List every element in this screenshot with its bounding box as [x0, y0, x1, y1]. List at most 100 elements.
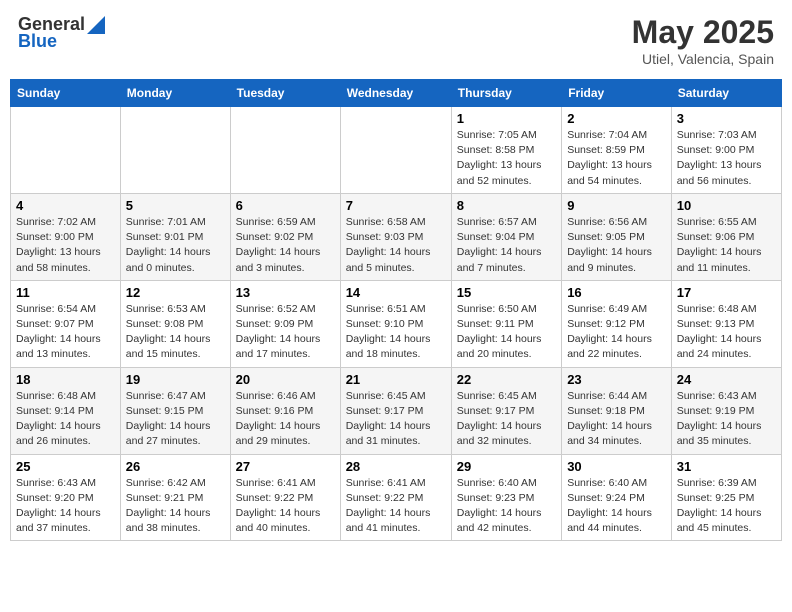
day-cell: 17 Sunrise: 6:48 AM Sunset: 9:13 PM Dayli…	[671, 280, 781, 367]
day-number: 21	[346, 372, 446, 387]
day-cell: 13 Sunrise: 6:52 AM Sunset: 9:09 PM Dayli…	[230, 280, 340, 367]
day-number: 9	[567, 198, 666, 213]
day-info: Sunrise: 6:52 AM Sunset: 9:09 PM Dayligh…	[236, 302, 335, 363]
day-cell	[340, 107, 451, 194]
week-row-3: 11 Sunrise: 6:54 AM Sunset: 9:07 PM Dayli…	[11, 280, 782, 367]
day-number: 7	[346, 198, 446, 213]
day-info: Sunrise: 6:59 AM Sunset: 9:02 PM Dayligh…	[236, 215, 335, 276]
day-info: Sunrise: 7:05 AM Sunset: 8:58 PM Dayligh…	[457, 128, 556, 189]
calendar-header-row: SundayMondayTuesdayWednesdayThursdayFrid…	[11, 80, 782, 107]
day-number: 31	[677, 459, 776, 474]
day-info: Sunrise: 7:03 AM Sunset: 9:00 PM Dayligh…	[677, 128, 776, 189]
day-info: Sunrise: 6:53 AM Sunset: 9:08 PM Dayligh…	[126, 302, 225, 363]
day-cell	[120, 107, 230, 194]
week-row-5: 25 Sunrise: 6:43 AM Sunset: 9:20 PM Dayli…	[11, 454, 782, 541]
header-saturday: Saturday	[671, 80, 781, 107]
day-info: Sunrise: 6:56 AM Sunset: 9:05 PM Dayligh…	[567, 215, 666, 276]
day-info: Sunrise: 6:40 AM Sunset: 9:24 PM Dayligh…	[567, 476, 666, 537]
day-number: 14	[346, 285, 446, 300]
day-cell: 3Sunrise: 7:03 AM Sunset: 9:00 PM Daylig…	[671, 107, 781, 194]
day-info: Sunrise: 6:58 AM Sunset: 9:03 PM Dayligh…	[346, 215, 446, 276]
day-info: Sunrise: 6:50 AM Sunset: 9:11 PM Dayligh…	[457, 302, 556, 363]
day-info: Sunrise: 6:51 AM Sunset: 9:10 PM Dayligh…	[346, 302, 446, 363]
header-sunday: Sunday	[11, 80, 121, 107]
day-info: Sunrise: 7:01 AM Sunset: 9:01 PM Dayligh…	[126, 215, 225, 276]
day-number: 6	[236, 198, 335, 213]
day-cell: 22Sunrise: 6:45 AM Sunset: 9:17 PM Dayli…	[451, 367, 561, 454]
day-info: Sunrise: 6:57 AM Sunset: 9:04 PM Dayligh…	[457, 215, 556, 276]
day-number: 2	[567, 111, 666, 126]
day-info: Sunrise: 6:49 AM Sunset: 9:12 PM Dayligh…	[567, 302, 666, 363]
day-number: 30	[567, 459, 666, 474]
day-cell: 7 Sunrise: 6:58 AM Sunset: 9:03 PM Daylig…	[340, 193, 451, 280]
day-cell: 11 Sunrise: 6:54 AM Sunset: 9:07 PM Dayli…	[11, 280, 121, 367]
day-number: 26	[126, 459, 225, 474]
day-cell: 30 Sunrise: 6:40 AM Sunset: 9:24 PM Dayli…	[562, 454, 672, 541]
day-number: 17	[677, 285, 776, 300]
day-number: 12	[126, 285, 225, 300]
day-info: Sunrise: 6:45 AM Sunset: 9:17 PM Dayligh…	[346, 389, 446, 450]
day-cell: 6 Sunrise: 6:59 AM Sunset: 9:02 PM Daylig…	[230, 193, 340, 280]
day-cell: 25 Sunrise: 6:43 AM Sunset: 9:20 PM Dayli…	[11, 454, 121, 541]
day-cell: 10Sunrise: 6:55 AM Sunset: 9:06 PM Dayli…	[671, 193, 781, 280]
day-info: Sunrise: 6:47 AM Sunset: 9:15 PM Dayligh…	[126, 389, 225, 450]
day-info: Sunrise: 6:41 AM Sunset: 9:22 PM Dayligh…	[236, 476, 335, 537]
day-cell: 23Sunrise: 6:44 AM Sunset: 9:18 PM Dayli…	[562, 367, 672, 454]
day-number: 13	[236, 285, 335, 300]
day-number: 25	[16, 459, 115, 474]
day-number: 10	[677, 198, 776, 213]
header-monday: Monday	[120, 80, 230, 107]
day-info: Sunrise: 6:46 AM Sunset: 9:16 PM Dayligh…	[236, 389, 335, 450]
page-header: General Blue May 2025 Utiel, Valencia, S…	[10, 10, 782, 71]
header-tuesday: Tuesday	[230, 80, 340, 107]
header-wednesday: Wednesday	[340, 80, 451, 107]
day-number: 1	[457, 111, 556, 126]
day-cell: 1 Sunrise: 7:05 AM Sunset: 8:58 PM Daylig…	[451, 107, 561, 194]
day-number: 11	[16, 285, 115, 300]
day-info: Sunrise: 6:43 AM Sunset: 9:20 PM Dayligh…	[16, 476, 115, 537]
day-number: 28	[346, 459, 446, 474]
day-cell: 2 Sunrise: 7:04 AM Sunset: 8:59 PM Daylig…	[562, 107, 672, 194]
day-number: 20	[236, 372, 335, 387]
day-cell: 14 Sunrise: 6:51 AM Sunset: 9:10 PM Dayli…	[340, 280, 451, 367]
logo: General Blue	[18, 14, 105, 52]
month-title: May 2025	[632, 14, 774, 51]
week-row-2: 4 Sunrise: 7:02 AM Sunset: 9:00 PM Daylig…	[11, 193, 782, 280]
day-cell: 15 Sunrise: 6:50 AM Sunset: 9:11 PM Dayli…	[451, 280, 561, 367]
day-cell: 21 Sunrise: 6:45 AM Sunset: 9:17 PM Dayli…	[340, 367, 451, 454]
day-cell: 4 Sunrise: 7:02 AM Sunset: 9:00 PM Daylig…	[11, 193, 121, 280]
calendar-table: SundayMondayTuesdayWednesdayThursdayFrid…	[10, 79, 782, 541]
day-number: 18	[16, 372, 115, 387]
location-title: Utiel, Valencia, Spain	[632, 51, 774, 67]
logo-triangle-icon	[87, 16, 105, 34]
day-info: Sunrise: 6:42 AM Sunset: 9:21 PM Dayligh…	[126, 476, 225, 537]
day-info: Sunrise: 6:43 AM Sunset: 9:19 PM Dayligh…	[677, 389, 776, 450]
day-number: 5	[126, 198, 225, 213]
day-cell: 19Sunrise: 6:47 AM Sunset: 9:15 PM Dayli…	[120, 367, 230, 454]
day-cell	[11, 107, 121, 194]
day-number: 4	[16, 198, 115, 213]
day-info: Sunrise: 6:44 AM Sunset: 9:18 PM Dayligh…	[567, 389, 666, 450]
day-cell: 18Sunrise: 6:48 AM Sunset: 9:14 PM Dayli…	[11, 367, 121, 454]
header-friday: Friday	[562, 80, 672, 107]
week-row-1: 1 Sunrise: 7:05 AM Sunset: 8:58 PM Daylig…	[11, 107, 782, 194]
day-cell: 8 Sunrise: 6:57 AM Sunset: 9:04 PM Daylig…	[451, 193, 561, 280]
day-info: Sunrise: 6:41 AM Sunset: 9:22 PM Dayligh…	[346, 476, 446, 537]
day-info: Sunrise: 7:02 AM Sunset: 9:00 PM Dayligh…	[16, 215, 115, 276]
title-area: May 2025 Utiel, Valencia, Spain	[632, 14, 774, 67]
day-cell	[230, 107, 340, 194]
day-number: 8	[457, 198, 556, 213]
day-cell: 27Sunrise: 6:41 AM Sunset: 9:22 PM Dayli…	[230, 454, 340, 541]
logo-blue: Blue	[18, 31, 57, 52]
day-cell: 5 Sunrise: 7:01 AM Sunset: 9:01 PM Daylig…	[120, 193, 230, 280]
day-number: 16	[567, 285, 666, 300]
day-number: 29	[457, 459, 556, 474]
day-info: Sunrise: 6:45 AM Sunset: 9:17 PM Dayligh…	[457, 389, 556, 450]
day-number: 15	[457, 285, 556, 300]
day-cell: 29Sunrise: 6:40 AM Sunset: 9:23 PM Dayli…	[451, 454, 561, 541]
day-info: Sunrise: 6:48 AM Sunset: 9:13 PM Dayligh…	[677, 302, 776, 363]
day-info: Sunrise: 6:54 AM Sunset: 9:07 PM Dayligh…	[16, 302, 115, 363]
day-info: Sunrise: 7:04 AM Sunset: 8:59 PM Dayligh…	[567, 128, 666, 189]
day-cell: 31 Sunrise: 6:39 AM Sunset: 9:25 PM Dayli…	[671, 454, 781, 541]
day-info: Sunrise: 6:39 AM Sunset: 9:25 PM Dayligh…	[677, 476, 776, 537]
